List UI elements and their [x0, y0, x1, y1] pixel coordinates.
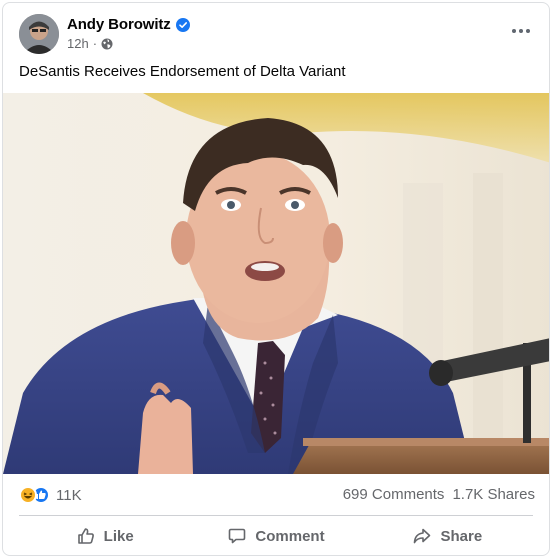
engagement-counts: 699 Comments 1.7K Shares: [343, 486, 535, 503]
post-text: DeSantis Receives Endorsement of Delta V…: [19, 63, 346, 80]
comment-label: Comment: [255, 527, 325, 545]
reaction-count: 11K: [56, 486, 82, 504]
post-stats: 11K 699 Comments 1.7K Shares: [3, 474, 549, 514]
post-meta: 12h ·: [67, 36, 113, 51]
post-photo[interactable]: [3, 93, 549, 474]
author-avatar[interactable]: [19, 14, 59, 54]
globe-icon: [101, 38, 113, 50]
post-card: Andy Borowitz 12h · DeSantis Receives En…: [2, 2, 550, 556]
share-label: Share: [440, 527, 483, 545]
more-options-button[interactable]: [507, 21, 535, 41]
post-timestamp[interactable]: 12h: [67, 36, 89, 51]
comment-button[interactable]: Comment: [190, 517, 361, 555]
share-button[interactable]: Share: [362, 517, 533, 555]
meta-separator: ·: [92, 36, 98, 51]
reactions-summary[interactable]: 11K: [19, 486, 82, 504]
author-name[interactable]: Andy Borowitz: [67, 16, 171, 33]
shares-count[interactable]: 1.7K Shares: [452, 486, 535, 503]
thumbs-up-icon: [77, 528, 94, 544]
share-arrow-icon: [414, 528, 431, 544]
more-options-icon: [512, 29, 530, 33]
comments-count[interactable]: 699 Comments: [343, 486, 445, 503]
comment-bubble-icon: [229, 528, 246, 544]
haha-reaction-icon: [19, 486, 37, 504]
verified-badge-icon: [175, 17, 190, 32]
like-button[interactable]: Like: [19, 517, 190, 555]
post-header: Andy Borowitz 12h ·: [3, 3, 549, 61]
author-row: Andy Borowitz: [67, 16, 190, 33]
actions-divider: [19, 515, 533, 516]
post-actions: Like Comment Share: [19, 517, 533, 555]
like-label: Like: [103, 527, 134, 545]
